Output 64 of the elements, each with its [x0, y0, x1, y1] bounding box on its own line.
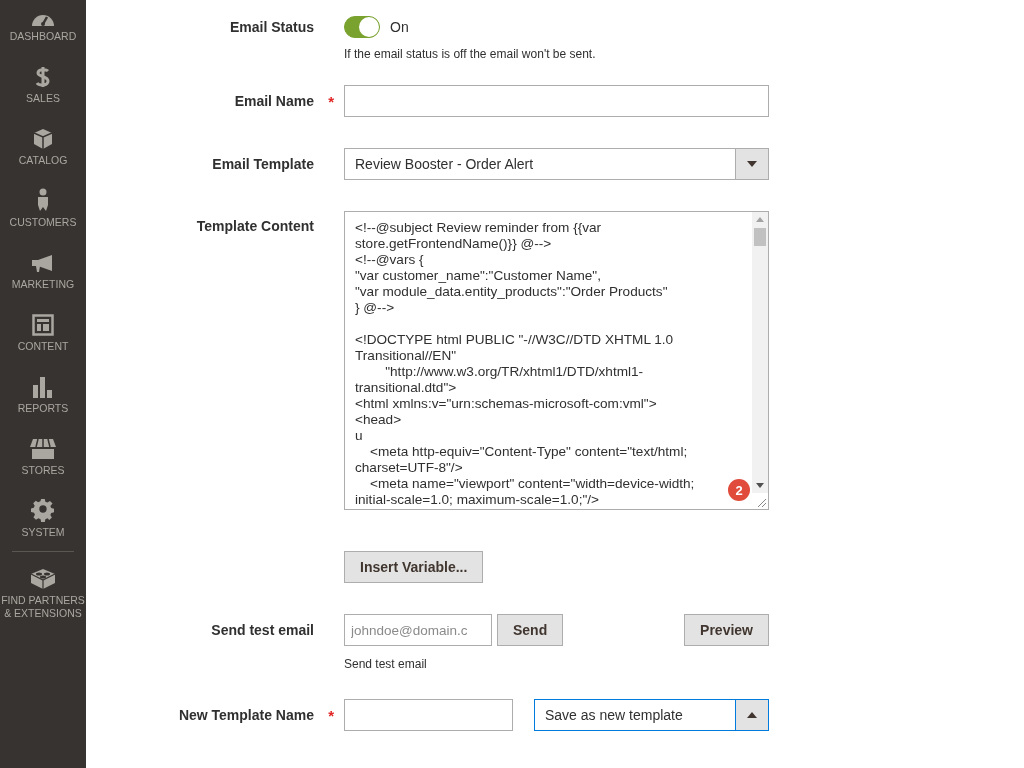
sidebar-item[interactable]: CATALOG	[0, 124, 86, 186]
template-dropdown[interactable]: Review Booster - Order Alert	[344, 148, 769, 180]
code-line: "http://www.w3.org/TR/xhtml1/DTD/xhtml1-	[384, 364, 644, 380]
scroll-down-arrow-icon[interactable]	[755, 483, 765, 489]
toggle-switch[interactable]	[344, 16, 380, 38]
code-line: transitional.dtd">	[355, 380, 457, 396]
scrollbar-thumb[interactable]	[754, 228, 766, 246]
caret-icon	[747, 161, 757, 167]
code-line: <!DOCTYPE html PUBLIC "-//W3C//DTD XHTML 1.0	[355, 332, 674, 348]
notification-badge: 2	[728, 479, 750, 501]
box-icon	[33, 128, 53, 150]
field-note: Send test email	[344, 657, 428, 671]
sidebar-item[interactable]: STORES	[0, 434, 86, 496]
scroll-up-arrow-icon[interactable]	[755, 216, 765, 222]
template-content-field[interactable]	[344, 211, 769, 510]
test-email-field[interactable]: johndoe@domain.c	[344, 614, 492, 646]
code-line: u	[355, 428, 363, 444]
code-line: Transitional//EN"	[355, 348, 457, 364]
code-line: <meta name="viewport" content="width=device-width;	[369, 476, 695, 492]
storefront-icon	[30, 438, 56, 460]
sidebar-item[interactable]: FIND PARTNERS & EXTENSIONS	[0, 564, 86, 626]
field-label: Email Template	[212, 156, 314, 172]
megaphone-icon	[31, 254, 55, 274]
required-mark: *	[328, 93, 334, 110]
code-line: charset=UTF-8"/>	[355, 460, 463, 476]
save-option-dropdown[interactable]: Save as new template	[534, 699, 769, 731]
caret-icon	[747, 712, 757, 718]
code-line: <head>	[355, 412, 402, 428]
sidebar-item[interactable]: SYSTEM	[0, 496, 86, 558]
sidebar-item[interactable]: DASHBOARD	[0, 0, 86, 62]
template-name-field[interactable]	[344, 699, 513, 731]
layout-icon	[32, 314, 54, 336]
sidebar-item[interactable]: CUSTOMERS	[0, 186, 86, 248]
send-button[interactable]: Send	[497, 614, 564, 646]
code-line: } @-->	[355, 300, 395, 316]
gear-icon	[31, 498, 55, 522]
code-line: <meta http-equiv="Content-Type" content="text/html;	[369, 444, 688, 460]
insert-variable-button[interactable]: Insert Variable...	[344, 551, 484, 583]
code-line: store.getFrontendName()}} @-->	[355, 236, 552, 252]
preview-button[interactable]: Preview	[684, 614, 769, 646]
code-line: <html xmlns:v="urn:schemas-microsoft-com:vml">	[355, 396, 657, 412]
dollar-icon	[35, 66, 51, 88]
bar-chart-icon	[32, 376, 54, 398]
code-line: "var customer_name":"Customer Name",	[355, 268, 601, 284]
scrollbar[interactable]	[752, 212, 768, 493]
field-note: If the email status is off the email won't be sent.	[344, 47, 597, 61]
blocks-icon	[30, 568, 56, 590]
speedometer-icon	[31, 15, 55, 26]
person-icon	[36, 188, 50, 212]
code-line: <!--@vars {	[355, 252, 424, 268]
code-line: initial-scale=1.0; maximum-scale=1.0;"/>	[355, 492, 599, 508]
sidebar-item[interactable]: SALES	[0, 62, 86, 124]
code-line: <!--@subject Review reminder from {{var	[355, 220, 602, 236]
sidebar-item[interactable]: REPORTS	[0, 372, 86, 434]
toggle-state-text: On	[390, 19, 409, 35]
code-line: "var module_data.entity_products":"Order Products"	[355, 284, 668, 300]
field-label: Template Content	[196, 218, 314, 234]
resize-grip-icon[interactable]	[755, 496, 767, 508]
sidebar-item[interactable]: CONTENT	[0, 310, 86, 372]
required-mark: *	[328, 707, 334, 724]
sidebar-item[interactable]: MARKETING	[0, 248, 86, 310]
email-name-field[interactable]	[344, 85, 769, 117]
field-label: Email Status	[229, 19, 314, 35]
field-label: Send test email	[211, 622, 314, 638]
